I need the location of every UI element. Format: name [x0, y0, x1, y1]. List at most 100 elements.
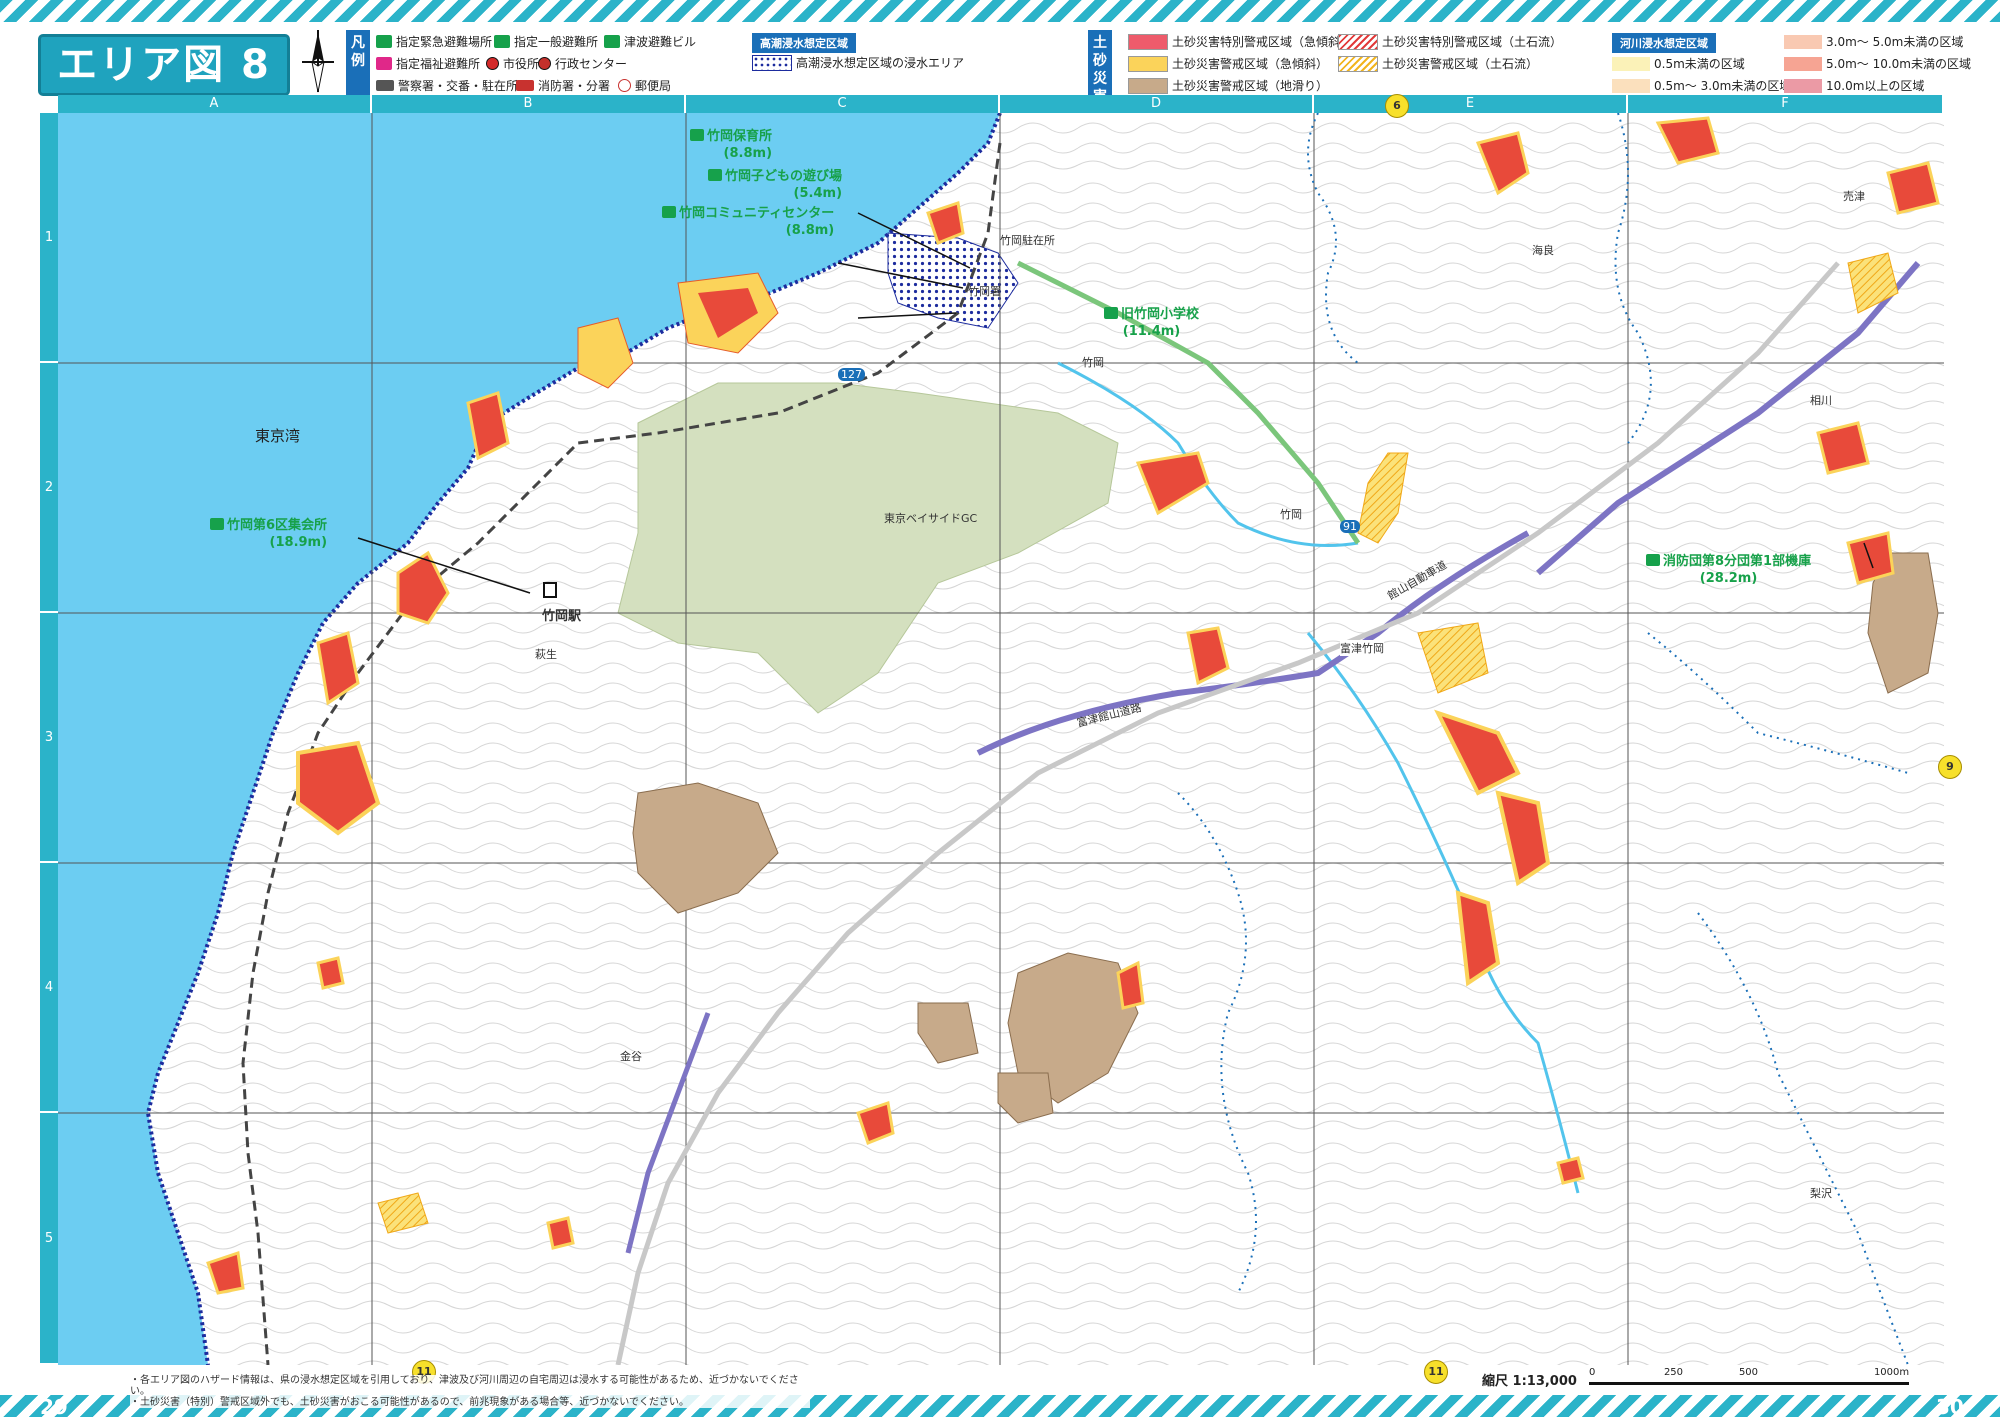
river-swatch [1784, 34, 1822, 49]
admin-center-icon [538, 57, 551, 70]
note-line: ・土砂災害（特別）警戒区域外でも、土砂災害がおこる可能性があるので、前兆現象があ… [130, 1397, 689, 1408]
note-line: ・各エリア図のハザード情報は、県の浸水想定区域を引用しており、津波及び河川周辺の… [130, 1375, 799, 1397]
page-title: エリア図 8 [38, 34, 290, 96]
legend-label: 土砂災害警戒区域（急傾斜） [1172, 57, 1329, 71]
legend-label: 0.5m未満の区域 [1654, 57, 1745, 71]
scale-label: 縮尺 1:13,000 [1478, 1369, 1581, 1389]
legend-item-general-shelter: 指定一般避難所 [494, 33, 598, 50]
legend-item-river-0: 0.5m未満の区域 [1612, 55, 1745, 72]
station-label: 竹岡駅 [542, 609, 582, 624]
page-number-left: 29 [40, 1395, 68, 1419]
adjacent-page-right[interactable]: 9 [1938, 755, 1962, 779]
place-takeoka-2: 竹岡 [1280, 508, 1302, 521]
sediment-swatch [1338, 33, 1378, 50]
shelter-takeoka-community-center[interactable]: 竹岡コミュニティセンター (8.8m) [662, 205, 834, 239]
legend-item-sediment-2: 土砂災害警戒区域（急傾斜） [1128, 55, 1328, 72]
scale-bar: 縮尺 1:13,000 0 250 500 1000m [1478, 1367, 1909, 1390]
legend-heading: 凡例 [346, 30, 370, 96]
scale-line [1588, 1382, 1909, 1385]
top-stripe-decoration [0, 0, 2000, 22]
grid-row-label: 1 [40, 113, 58, 363]
scale-tick: 500 [1738, 1367, 1759, 1378]
sediment-swatch [1338, 55, 1378, 72]
river-swatch [1612, 56, 1650, 71]
legend-item-welfare-shelter: 指定福祉避難所 [376, 55, 480, 72]
place-urazu: 売津 [1843, 190, 1865, 203]
grid-row-label: 4 [40, 863, 58, 1113]
legend-label: 5.0m～ 10.0m未満の区域 [1826, 57, 1971, 71]
compass-icon [302, 30, 334, 93]
shelter-elevation: (8.8m) [785, 223, 835, 238]
grid-row-labels: 1 2 3 4 5 [40, 113, 58, 1365]
sediment-swatch [1128, 55, 1168, 72]
shelter-elevation: (11.4m) [1122, 324, 1181, 339]
legend-label: 土砂災害警戒区域（地滑り） [1172, 79, 1329, 93]
legend-label: 土砂災害特別警戒区域（急傾斜） [1172, 35, 1353, 49]
legend-label: 郵便局 [635, 79, 672, 93]
legend-item-sediment-4: 土砂災害警戒区域（地滑り） [1128, 77, 1328, 94]
route-91-label: 91 [1340, 520, 1360, 533]
river-swatch [1784, 56, 1822, 71]
legend-item-river-1: 0.5m～ 3.0m未満の区域 [1612, 77, 1791, 94]
scale-ruler: 0 250 500 1000m [1588, 1367, 1909, 1387]
legend-label: 指定一般避難所 [514, 35, 599, 49]
welfare-shelter-icon [376, 57, 392, 70]
legend-label: 0.5m～ 3.0m未満の区域 [1654, 79, 1792, 93]
legend-item-river-4: 10.0m以上の区域 [1784, 77, 1924, 94]
post-office-icon [618, 79, 631, 92]
legend-label: 土砂災害警戒区域（土石流） [1382, 57, 1539, 71]
grid-row-label: 3 [40, 613, 58, 863]
police-icon [376, 80, 394, 91]
place-nashizawa: 梨沢 [1810, 1187, 1832, 1200]
shelter-elevation: (5.4m) [793, 186, 843, 201]
city-hall-icon [486, 57, 499, 70]
place-kaira: 海良 [1532, 244, 1554, 257]
legend-label: 3.0m～ 5.0m未満の区域 [1826, 35, 1964, 49]
grid-column-label: C [686, 95, 1000, 113]
legend-item-admin-center: 行政センター [538, 55, 627, 72]
storm-surge-heading: 高潮浸水想定区域 [752, 33, 856, 53]
hazard-map[interactable] [58, 113, 1944, 1365]
tsunami-building-icon [604, 35, 620, 48]
footer-note: ・各エリア図のハザード情報は、県の浸水想定区域を引用しており、津波及び河川周辺の… [130, 1375, 810, 1408]
shelter-elevation: (8.8m) [723, 146, 773, 161]
scale-tick: 1000m [1873, 1367, 1910, 1378]
shelter-takeoka-nursery[interactable]: 竹岡保育所 (8.8m) [690, 128, 772, 162]
adjacent-page-bottom-right[interactable]: 11 [1424, 1360, 1448, 1384]
shelter-old-takeoka-school[interactable]: 旧竹岡小学校 (11.4m) [1104, 306, 1199, 340]
shelter-name: 消防団第8分団第1部機庫 [1663, 554, 1812, 569]
legend-item-storm-surge: 高潮浸水想定区域の浸水エリア [752, 54, 964, 71]
river-swatch [1784, 78, 1822, 93]
adjacent-page-top[interactable]: 6 [1385, 94, 1409, 118]
shelter-name: 竹岡第6区集会所 [227, 518, 328, 533]
place-aikawa: 相川 [1810, 394, 1832, 407]
grid-column-labels: A B C D E F [58, 95, 1944, 113]
grid-column-label: B [372, 95, 686, 113]
place-hagyu: 萩生 [535, 648, 557, 661]
evacuation-site-icon [210, 518, 224, 530]
sediment-heading: 土砂災害 [1088, 30, 1112, 105]
legend-item-evacuation-site: 指定緊急避難場所 [376, 33, 492, 50]
shelter-name: 竹岡子どもの遊び場 [725, 169, 843, 184]
storm-surge-swatch [752, 54, 792, 71]
evacuation-site-icon [376, 35, 392, 48]
place-kanaya: 金谷 [620, 1050, 642, 1063]
scale-tick: 0 [1588, 1367, 1596, 1378]
legend-item-river-3: 5.0m～ 10.0m未満の区域 [1784, 55, 1971, 72]
river-flood-heading: 河川浸水想定区域 [1612, 33, 1716, 53]
legend-item-sediment-0: 土砂災害特別警戒区域（急傾斜） [1128, 33, 1352, 50]
legend-label: 警察署・交番・駐在所 [398, 79, 519, 93]
shelter-takeoka-playground[interactable]: 竹岡子どもの遊び場 (5.4m) [708, 168, 842, 202]
bay-label: 東京湾 [255, 427, 301, 445]
sediment-swatch [1128, 33, 1168, 50]
evacuation-site-icon [1646, 554, 1660, 566]
legend-item-sediment-1: 土砂災害特別警戒区域（土石流） [1338, 33, 1562, 50]
grid-row-label: 2 [40, 363, 58, 613]
shelter-fire-brigade-garage[interactable]: 消防団第8分団第1部機庫 (28.2m) [1646, 553, 1811, 587]
legend-item-city-hall: 市役所 [486, 55, 539, 72]
grid-column-label: A [58, 95, 372, 113]
legend-item-river-2: 3.0m～ 5.0m未満の区域 [1784, 33, 1963, 50]
shelter-takeoka-district6-hall[interactable]: 竹岡第6区集会所 (18.9m) [210, 517, 327, 551]
grid-column-label: E [1314, 95, 1628, 113]
legend-label: 津波避難ビル [624, 35, 697, 49]
